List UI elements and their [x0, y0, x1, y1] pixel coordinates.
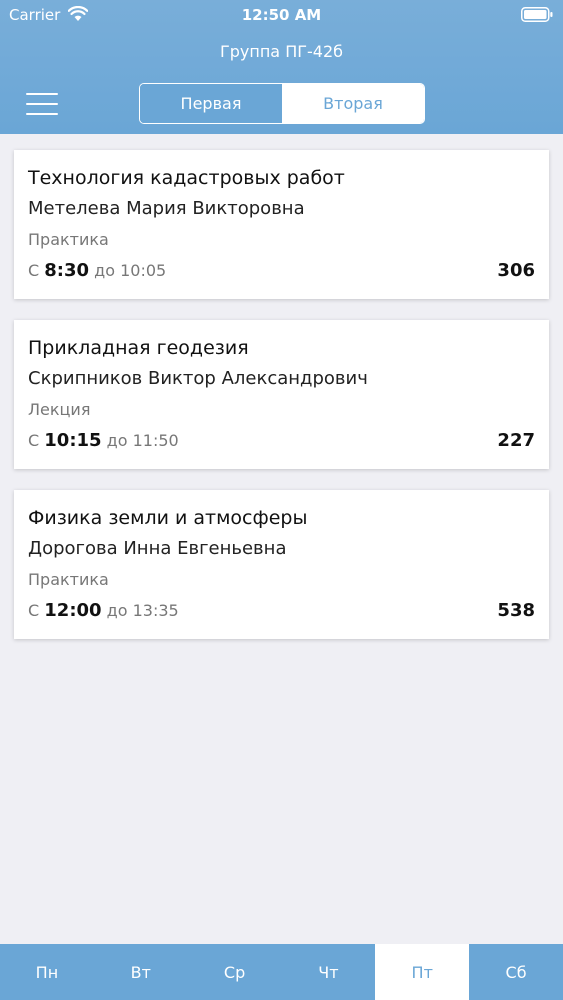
header: Carrier 12:50 AM Группа ПГ-42б Первая Вт…: [0, 0, 563, 134]
lesson-room: 306: [497, 260, 535, 281]
menu-icon[interactable]: [26, 92, 58, 116]
time-to-label: до: [106, 601, 128, 620]
week-segmented-control[interactable]: Первая Вторая: [139, 83, 425, 124]
tab-friday[interactable]: Пт: [375, 944, 470, 1000]
lesson-teacher: Дорогова Инна Евгеньевна: [28, 538, 287, 559]
tab-monday[interactable]: Пн: [0, 944, 94, 1000]
lesson-start-time: 10:15: [44, 430, 102, 451]
lesson-start-time: 12:00: [44, 600, 102, 621]
lesson-time: С 12:00 до 13:35: [28, 600, 179, 621]
lesson-subject: Прикладная геодезия: [28, 337, 249, 359]
status-time: 12:50 AM: [241, 6, 322, 24]
time-to-label: до: [106, 431, 128, 450]
time-from-label: С: [28, 601, 40, 620]
lesson-subject: Физика земли и атмосферы: [28, 507, 308, 529]
time-from-label: С: [28, 431, 40, 450]
lesson-end-time: 13:35: [132, 601, 179, 620]
segment-first-week[interactable]: Первая: [140, 84, 282, 123]
lesson-teacher: Метелева Мария Викторовна: [28, 198, 305, 219]
lesson-start-time: 8:30: [44, 260, 90, 281]
tab-tuesday[interactable]: Вт: [94, 944, 188, 1000]
lesson-end-time: 11:50: [132, 431, 179, 450]
lesson-time: С 10:15 до 11:50: [28, 430, 179, 451]
lesson-type: Практика: [28, 570, 109, 589]
lesson-subject: Технология кадастровых работ: [28, 167, 345, 189]
lesson-type: Лекция: [28, 400, 91, 419]
day-tab-bar: Пн Вт Ср Чт Пт Сб: [0, 944, 563, 1000]
page-title: Группа ПГ-42б: [220, 42, 343, 61]
segment-second-week[interactable]: Вторая: [282, 84, 424, 123]
lesson-room: 227: [497, 430, 535, 451]
time-to-label: до: [94, 261, 115, 280]
tab-thursday[interactable]: Чт: [281, 944, 375, 1000]
battery-icon: [521, 7, 553, 22]
tab-wednesday[interactable]: Ср: [188, 944, 282, 1000]
lesson-list: Технология кадастровых работ Метелева Ма…: [14, 150, 549, 660]
lesson-card[interactable]: Технология кадастровых работ Метелева Ма…: [14, 150, 549, 299]
lesson-card[interactable]: Прикладная геодезия Скрипников Виктор Ал…: [14, 320, 549, 469]
lesson-time: С 8:30 до 10:05: [28, 260, 166, 281]
lesson-room: 538: [497, 600, 535, 621]
time-from-label: С: [28, 261, 40, 280]
lesson-teacher: Скрипников Виктор Александрович: [28, 368, 368, 389]
lesson-card[interactable]: Физика земли и атмосферы Дорогова Инна Е…: [14, 490, 549, 639]
lesson-end-time: 10:05: [120, 261, 167, 280]
lesson-type: Практика: [28, 230, 109, 249]
status-bar: Carrier 12:50 AM: [0, 0, 563, 30]
tab-saturday[interactable]: Сб: [469, 944, 563, 1000]
